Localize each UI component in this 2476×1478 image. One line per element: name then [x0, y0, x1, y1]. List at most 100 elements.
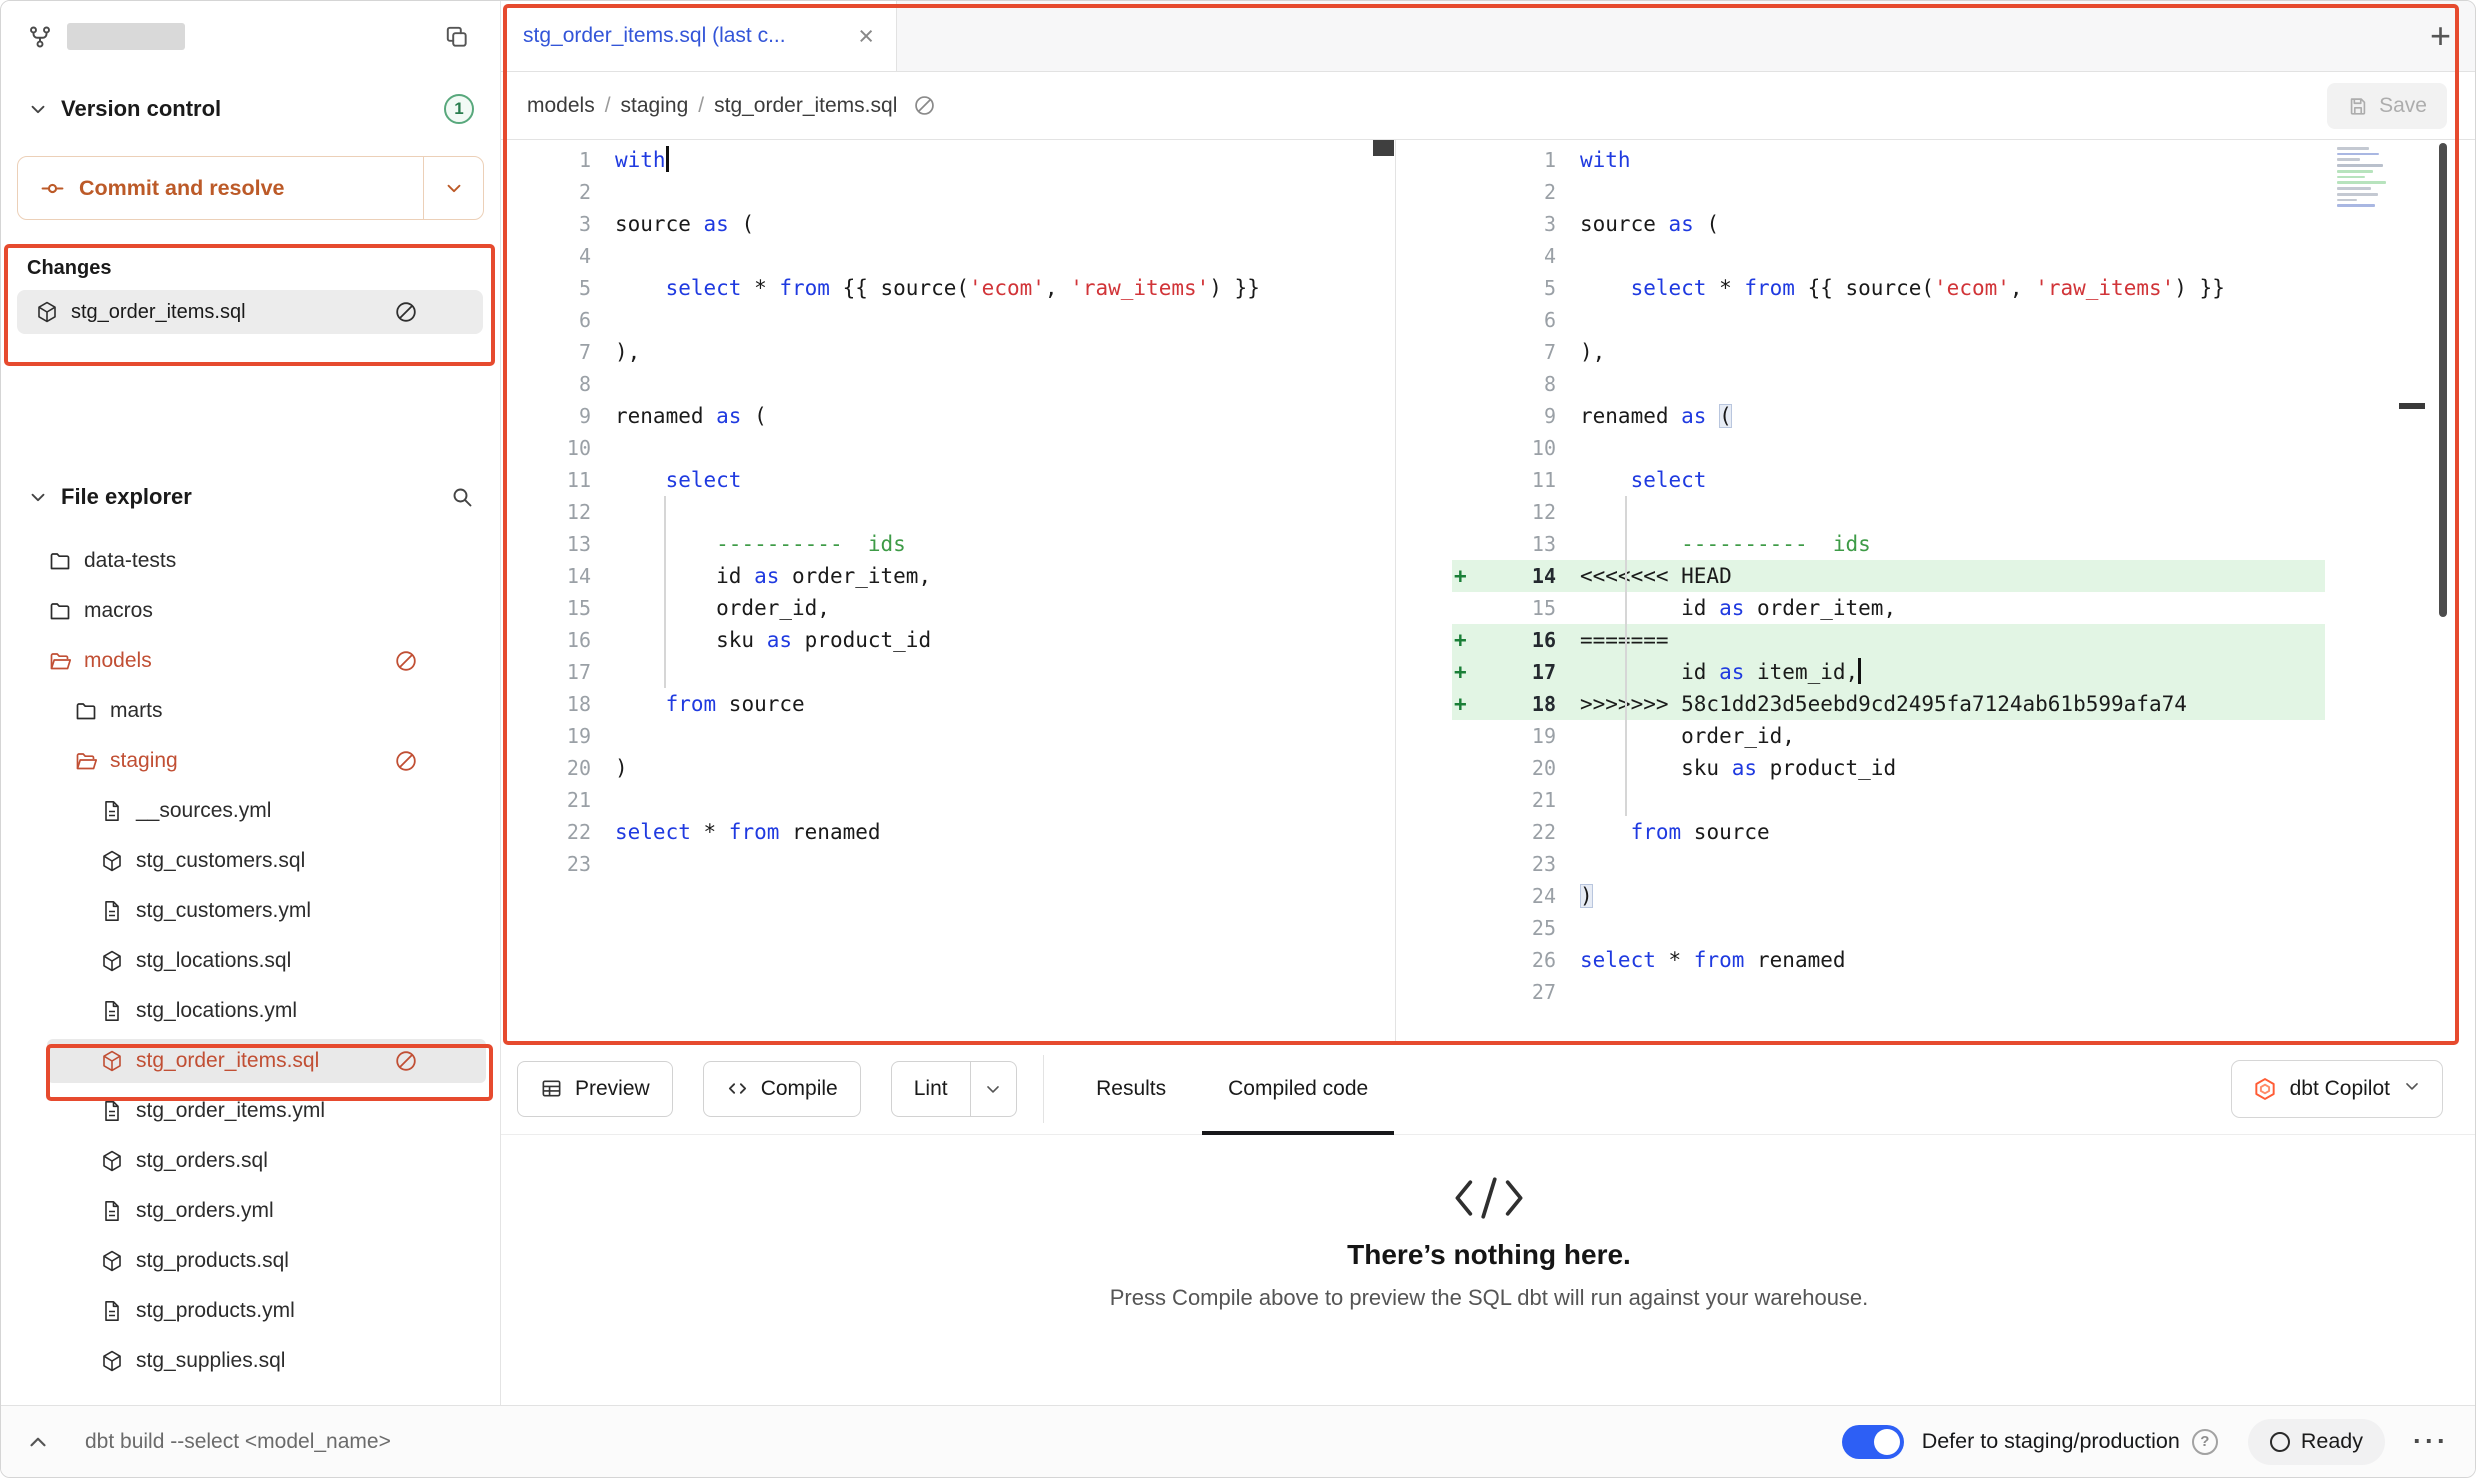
code-line[interactable]: 10	[501, 432, 1395, 464]
copy-icon[interactable]	[444, 24, 470, 50]
code-line[interactable]: 16 sku as product_id	[501, 624, 1395, 656]
code-line[interactable]: 25	[1452, 912, 2476, 944]
code-line[interactable]: +14<<<<<<< HEAD	[1452, 560, 2476, 592]
tree-item-stg_locations.yml[interactable]: stg_locations.yml	[1, 986, 500, 1036]
status-ready-pill[interactable]: Ready	[2248, 1419, 2385, 1465]
tree-item-data-tests[interactable]: data-tests	[1, 536, 500, 586]
tree-item-stg_order_items.yml[interactable]: stg_order_items.yml	[1, 1086, 500, 1136]
code-line[interactable]: +17 id as item_id,	[1452, 656, 2476, 688]
chevron-up-icon[interactable]	[25, 1429, 51, 1455]
diff-pane-modified[interactable]: 1with23source as (45 select * from {{ so…	[1395, 140, 2476, 1043]
code-line[interactable]: 24)	[1452, 880, 2476, 912]
code-line[interactable]: 2	[1452, 176, 2476, 208]
code-line[interactable]: 7),	[1452, 336, 2476, 368]
code-line[interactable]: 6	[1452, 304, 2476, 336]
code-line[interactable]: 12	[1452, 496, 2476, 528]
save-button[interactable]: Save	[2327, 83, 2447, 129]
right-scrollbar-thumb[interactable]	[2439, 143, 2447, 617]
code-line[interactable]: 4	[1452, 240, 2476, 272]
code-line[interactable]: 21	[1452, 784, 2476, 816]
new-tab-button[interactable]: +	[2430, 1, 2451, 71]
discard-changes-icon[interactable]	[394, 300, 418, 324]
code-line[interactable]: 6	[501, 304, 1395, 336]
code-line[interactable]: 18 from source	[501, 688, 1395, 720]
compile-button[interactable]: Compile	[703, 1061, 861, 1117]
changed-file-stg_order_items.sql[interactable]: stg_order_items.sql	[17, 290, 483, 334]
code-line[interactable]: 15 order_id,	[501, 592, 1395, 624]
discard-changes-icon[interactable]	[394, 1049, 418, 1073]
code-line[interactable]: 19 order_id,	[1452, 720, 2476, 752]
discard-changes-icon[interactable]	[394, 649, 418, 673]
dbt-copilot-button[interactable]: dbt Copilot	[2231, 1060, 2443, 1118]
tree-item-marts[interactable]: marts	[1, 686, 500, 736]
code-line[interactable]: 22select * from renamed	[501, 816, 1395, 848]
code-line[interactable]: 13 ---------- ids	[1452, 528, 2476, 560]
tree-item-models[interactable]: models	[1, 636, 500, 686]
code-line[interactable]: +18>>>>>>> 58c1dd23d5eebd9cd2495fa7124ab…	[1452, 688, 2476, 720]
search-icon[interactable]	[450, 485, 474, 509]
tree-item-stg_orders.yml[interactable]: stg_orders.yml	[1, 1186, 500, 1236]
code-line[interactable]: 20 sku as product_id	[1452, 752, 2476, 784]
code-line[interactable]: 1with	[501, 144, 1395, 176]
code-line[interactable]: 2	[501, 176, 1395, 208]
minimap[interactable]	[2335, 144, 2397, 210]
command-bar-input[interactable]: dbt build --select <model_name>	[85, 1430, 391, 1454]
commit-button-dropdown[interactable]	[423, 157, 483, 219]
code-line[interactable]: 7),	[501, 336, 1395, 368]
code-line[interactable]: 26select * from renamed	[1452, 944, 2476, 976]
help-icon[interactable]: ?	[2192, 1429, 2218, 1455]
lint-button[interactable]: Lint	[892, 1062, 970, 1116]
tree-item-stg_orders.sql[interactable]: stg_orders.sql	[1, 1136, 500, 1186]
code-line[interactable]: 8	[501, 368, 1395, 400]
code-line[interactable]: 10	[1452, 432, 2476, 464]
code-line[interactable]: 12	[501, 496, 1395, 528]
tree-item-stg_supplies.sql[interactable]: stg_supplies.sql	[1, 1336, 500, 1386]
code-line[interactable]: 19	[501, 720, 1395, 752]
code-line[interactable]: 4	[501, 240, 1395, 272]
code-line[interactable]: 21	[501, 784, 1395, 816]
preview-button[interactable]: Preview	[517, 1061, 673, 1117]
code-line[interactable]: +16=======	[1452, 624, 2476, 656]
code-line[interactable]: 3source as (	[1452, 208, 2476, 240]
code-line[interactable]: 5 select * from {{ source('ecom', 'raw_i…	[1452, 272, 2476, 304]
code-line[interactable]: 3source as (	[501, 208, 1395, 240]
lint-dropdown[interactable]	[970, 1062, 1016, 1116]
tree-item-stg_order_items.sql[interactable]: stg_order_items.sql	[1, 1036, 500, 1086]
defer-toggle[interactable]	[1842, 1425, 1904, 1459]
discard-changes-icon[interactable]	[394, 749, 418, 773]
code-line[interactable]: 9renamed as (	[501, 400, 1395, 432]
editor-tab[interactable]: stg_order_items.sql (last c... ×	[501, 1, 897, 71]
code-line[interactable]: 27	[1452, 976, 2476, 1008]
minimap-slider[interactable]	[2399, 403, 2425, 409]
code-line[interactable]: 5 select * from {{ source('ecom', 'raw_i…	[501, 272, 1395, 304]
tree-item-staging[interactable]: staging	[1, 736, 500, 786]
code-line[interactable]: 15 id as order_item,	[1452, 592, 2476, 624]
tab-close-icon[interactable]: ×	[858, 23, 874, 50]
code-line[interactable]: 22 from source	[1452, 816, 2476, 848]
tree-item-__sources.yml[interactable]: __sources.yml	[1, 786, 500, 836]
git-fork-icon[interactable]	[27, 24, 53, 50]
code-line[interactable]: 14 id as order_item,	[501, 560, 1395, 592]
tab-results[interactable]: Results	[1070, 1043, 1192, 1134]
tree-item-stg_customers.sql[interactable]: stg_customers.sql	[1, 836, 500, 886]
code-line[interactable]: 23	[501, 848, 1395, 880]
tree-item-macros[interactable]: macros	[1, 586, 500, 636]
code-line[interactable]: 11 select	[501, 464, 1395, 496]
tree-item-stg_products.yml[interactable]: stg_products.yml	[1, 1286, 500, 1336]
commit-button-main[interactable]: Commit and resolve	[18, 157, 423, 219]
code-line[interactable]: 9renamed as (	[1452, 400, 2476, 432]
code-line[interactable]: 11 select	[1452, 464, 2476, 496]
tree-item-stg_products.sql[interactable]: stg_products.sql	[1, 1236, 500, 1286]
overflow-menu-button[interactable]: ···	[2413, 1426, 2449, 1457]
tree-item-stg_locations.sql[interactable]: stg_locations.sql	[1, 936, 500, 986]
tree-item-stg_customers.yml[interactable]: stg_customers.yml	[1, 886, 500, 936]
version-control-header[interactable]: Version control 1	[1, 84, 500, 134]
code-line[interactable]: 17	[501, 656, 1395, 688]
code-line[interactable]: 8	[1452, 368, 2476, 400]
code-line[interactable]: 1with	[1452, 144, 2476, 176]
code-line[interactable]: 23	[1452, 848, 2476, 880]
diff-pane-original[interactable]: 1with23source as (45 select * from {{ so…	[501, 140, 1395, 1043]
code-line[interactable]: 13 ---------- ids	[501, 528, 1395, 560]
tab-compiled-code[interactable]: Compiled code	[1202, 1043, 1394, 1134]
code-line[interactable]: 20)	[501, 752, 1395, 784]
